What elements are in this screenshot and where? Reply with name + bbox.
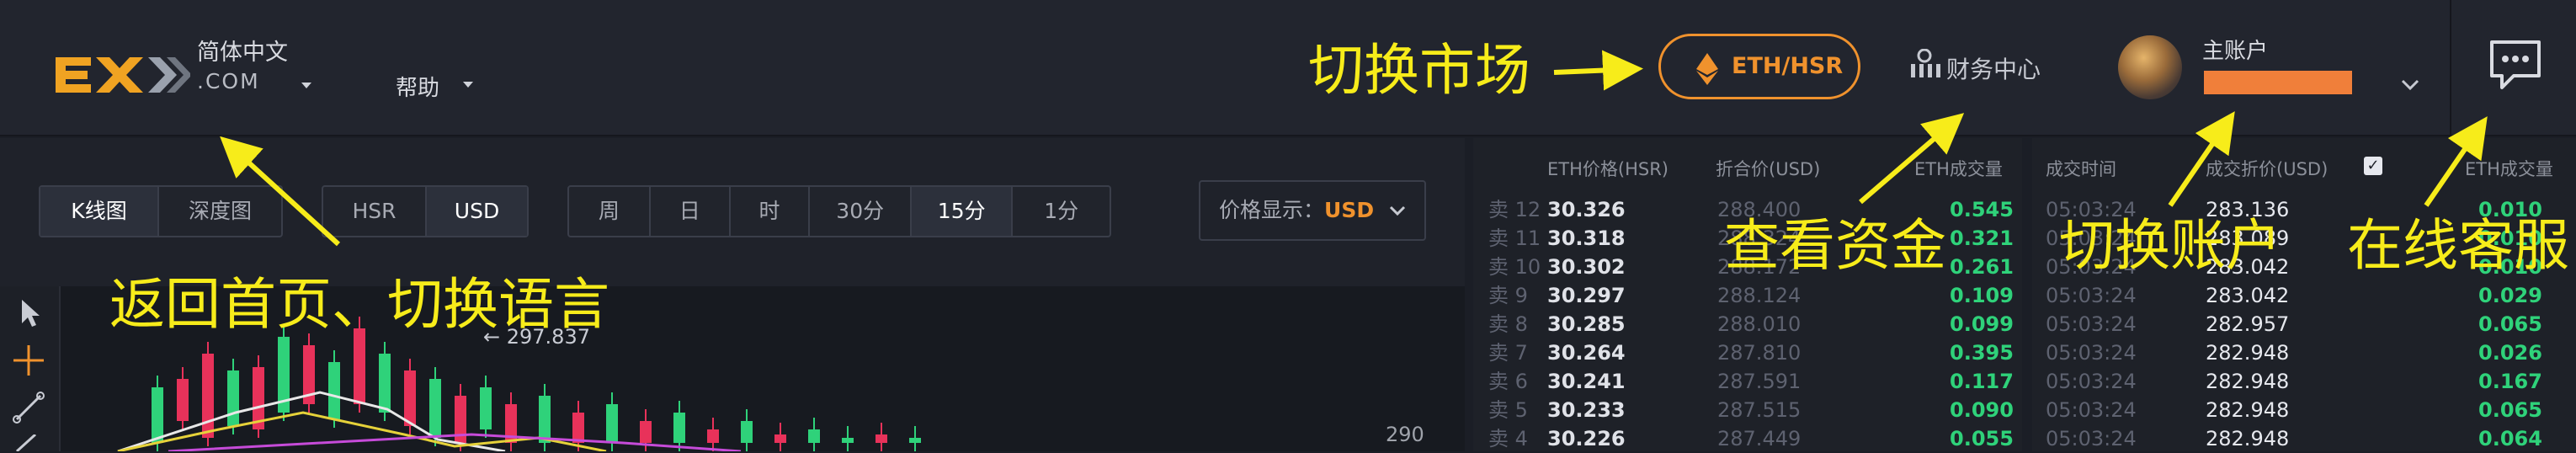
- annotation-switch-market: 切换市场: [1308, 38, 1530, 103]
- annotation-view-funds: 查看资金: [1724, 213, 1946, 278]
- annotation-online-service: 在线客服: [2347, 213, 2569, 278]
- annotation-switch-account: 切换账户: [2059, 213, 2281, 278]
- annotation-home-language: 返回首页、切换语言: [109, 272, 609, 337]
